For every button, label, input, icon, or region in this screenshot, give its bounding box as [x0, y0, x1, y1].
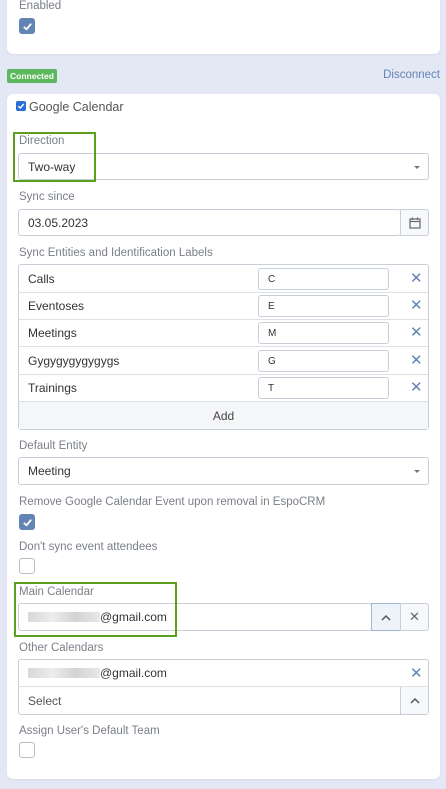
direction-label: Direction — [19, 135, 65, 147]
default-entity-value: Meeting — [28, 464, 71, 478]
entity-name: Trainings — [28, 381, 77, 395]
remove-calendar-icon[interactable]: ✕ — [410, 666, 423, 681]
check-icon — [22, 22, 32, 31]
dont-sync-attendees-label: Don't sync event attendees — [19, 541, 158, 553]
sync-since-label: Sync since — [19, 191, 75, 203]
enabled-label: Enabled — [19, 0, 62, 12]
entity-code-value: E — [268, 300, 275, 312]
sync-since-input[interactable]: 03.05.2023 — [18, 209, 401, 236]
enabled-checkbox[interactable] — [19, 18, 35, 34]
entity-code-input[interactable]: C — [258, 268, 389, 290]
add-entity-button[interactable]: Add — [19, 402, 428, 429]
google-calendar-panel: Google Calendar Direction Two-way Sync s… — [7, 94, 440, 779]
remove-event-label: Remove Google Calendar Event upon remova… — [19, 496, 326, 508]
connected-badge: Connected — [7, 69, 57, 83]
assign-team-label: Assign User's Default Team — [19, 725, 160, 737]
entity-code-input[interactable]: T — [258, 377, 389, 399]
entity-code-input[interactable]: G — [258, 350, 389, 372]
main-calendar-collapse-button[interactable] — [371, 603, 401, 631]
assign-team-checkbox[interactable] — [19, 742, 35, 758]
dont-sync-attendees-checkbox[interactable] — [19, 558, 35, 574]
entity-name: Calls — [28, 272, 55, 286]
remove-entity-icon[interactable]: ✕ — [410, 325, 423, 340]
entity-row-eventoses: Eventoses E ✕ — [19, 292, 428, 320]
remove-entity-icon[interactable]: ✕ — [410, 298, 423, 313]
entity-code-input[interactable]: M — [258, 322, 389, 344]
google-calendar-title: Google Calendar — [29, 100, 124, 114]
other-calendar-item: @gmail.com ✕ — [19, 660, 428, 687]
calendar-icon — [408, 217, 421, 229]
check-icon — [17, 103, 25, 110]
entity-code-value: M — [268, 327, 277, 339]
entity-name: Meetings — [28, 326, 77, 340]
default-entity-label: Default Entity — [19, 440, 88, 452]
entity-name: Eventoses — [28, 299, 85, 313]
select-placeholder: Select — [28, 693, 62, 708]
main-calendar-label: Main Calendar — [19, 586, 94, 598]
chevron-down-icon — [414, 470, 420, 473]
entity-name: Gygygygygygygs — [28, 354, 120, 368]
entity-row-trainings: Trainings T ✕ — [19, 374, 428, 402]
remove-entity-icon[interactable]: ✕ — [410, 271, 423, 286]
other-calendars-list: @gmail.com ✕ Select — [18, 659, 429, 715]
direction-select[interactable]: Two-way — [18, 153, 429, 180]
main-calendar-value: @gmail.com — [100, 610, 167, 624]
enabled-panel: Enabled — [7, 0, 440, 54]
check-icon — [22, 518, 32, 527]
other-calendars-expand-button[interactable] — [400, 687, 428, 714]
main-calendar-field[interactable]: @gmail.com — [18, 603, 372, 631]
remove-entity-icon[interactable]: ✕ — [410, 380, 423, 395]
chevron-up-icon — [381, 614, 391, 621]
chevron-up-icon — [409, 697, 420, 704]
remove-entity-icon[interactable]: ✕ — [410, 353, 423, 368]
entity-code-input[interactable]: E — [258, 295, 389, 317]
entity-code-value: G — [268, 355, 276, 367]
other-calendars-label: Other Calendars — [19, 642, 104, 654]
entity-code-value: T — [268, 382, 275, 394]
entity-row-calls: Calls C ✕ — [19, 265, 428, 293]
entity-row-meetings: Meetings M ✕ — [19, 319, 428, 347]
remove-event-checkbox[interactable] — [19, 514, 35, 530]
entity-row-gygygygygygygs: Gygygygygygygs G ✕ — [19, 347, 428, 375]
entity-code-value: C — [268, 273, 276, 285]
direction-value: Two-way — [28, 159, 76, 174]
default-entity-select[interactable]: Meeting — [18, 457, 429, 485]
sync-entities-table: Calls C ✕ Eventoses E ✕ Meetings M ✕ Gyg… — [18, 264, 429, 430]
main-calendar-clear-button[interactable]: ✕ — [400, 603, 429, 631]
google-calendar-checkbox[interactable] — [16, 101, 26, 111]
calendar-picker-button[interactable] — [400, 209, 429, 236]
other-calendars-select[interactable]: Select — [19, 687, 401, 714]
chevron-down-icon — [414, 166, 420, 169]
add-button-label: Add — [212, 408, 235, 423]
sync-entities-label: Sync Entities and Identification Labels — [19, 247, 213, 259]
sync-since-value: 03.05.2023 — [28, 215, 89, 230]
disconnect-link[interactable]: Disconnect — [383, 69, 440, 81]
redacted-email — [28, 612, 100, 622]
close-icon: ✕ — [409, 609, 420, 624]
redacted-email — [28, 668, 100, 678]
other-calendar-value: @gmail.com — [100, 666, 167, 680]
